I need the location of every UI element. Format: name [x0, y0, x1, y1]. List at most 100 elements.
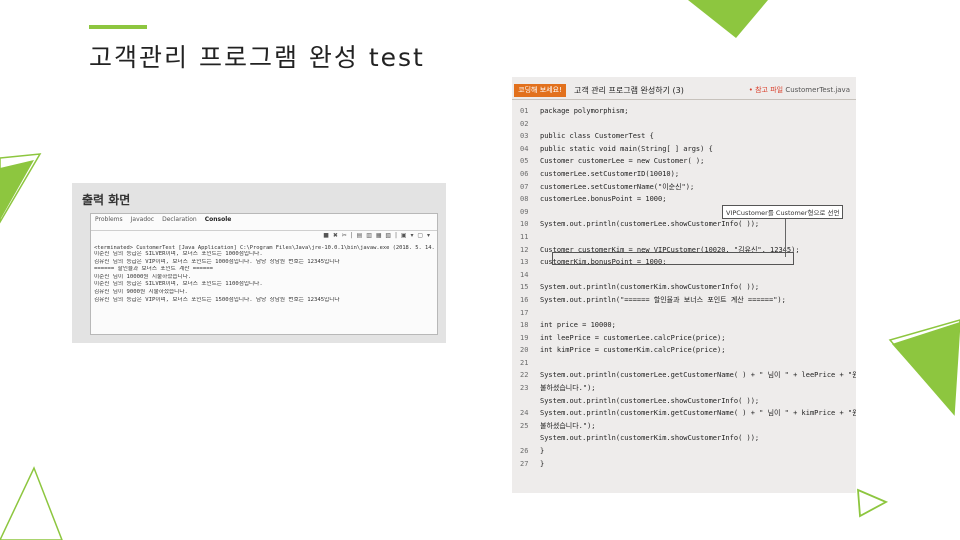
line-number: 10 — [520, 220, 529, 229]
tab-declaration: Declaration — [162, 216, 197, 223]
code-line: System.out.println(customerKim.showCusto… — [518, 432, 852, 445]
code-line: 04 public static void main(String[ ] arg… — [518, 143, 852, 156]
code-line: 26 } — [518, 445, 852, 458]
decor-triangle-right — [892, 322, 960, 414]
code-text: public static void main(String[ ] args) … — [540, 144, 713, 153]
line-number: 08 — [520, 195, 529, 204]
decor-triangle-bottom-left-outline — [0, 466, 63, 540]
line-number: 09 — [520, 207, 529, 216]
console-tab-bar: Problems Javadoc Declaration Console — [91, 214, 437, 231]
code-text: System.out.println("====== 할인율과 보너스 포인트 … — [540, 295, 786, 304]
console-line: 김유신 님의 등급은 VIP이며, 보너스 포인트는 1500점입니다. 담당 … — [94, 296, 340, 303]
line-number: 17 — [520, 308, 529, 317]
console-line: ====== 할인율과 보너스 포인트 계산 ====== — [94, 266, 214, 273]
code-text: System.out.println(customerKim.showCusto… — [540, 434, 760, 443]
code-line: 14 — [518, 269, 852, 282]
tab-console: Console — [204, 216, 232, 223]
code-text: 불하셨습니다."); — [540, 384, 596, 393]
line-number: 26 — [520, 447, 529, 456]
code-text: int leePrice = customerLee.calcPrice(pri… — [540, 333, 726, 342]
console-window: Problems Javadoc Declaration Console ■ ✖… — [90, 213, 438, 335]
code-line: 23 불하셨습니다."); — [518, 382, 852, 395]
highlight-box-line-12 — [552, 252, 794, 265]
code-text: Customer customerLee = new Customer( ); — [540, 157, 705, 166]
code-text: System.out.println(customerLee.getCustom… — [540, 371, 856, 380]
line-number: 07 — [520, 182, 529, 191]
code-line: System.out.println(customerLee.showCusto… — [518, 395, 852, 408]
code-line: 25 불하셨습니다."); — [518, 420, 852, 433]
console-toolbar-icons: ■ ✖ ✂ | ▤ ▥ ▦ ▧ | ▣ ▾ ▢ ▾ — [323, 232, 431, 239]
code-line: 08 customerLee.bonusPoint = 1000; — [518, 193, 852, 206]
line-number: 16 — [520, 295, 529, 304]
code-line: 07 customerLee.setCustomerName("이순신"); — [518, 181, 852, 194]
decor-triangle-top-right — [688, 0, 768, 38]
code-line: 19 int leePrice = customerLee.calcPrice(… — [518, 332, 852, 345]
line-number: 20 — [520, 346, 529, 355]
line-number: 02 — [520, 119, 529, 128]
line-number: 13 — [520, 258, 529, 267]
console-line: 이순신 님이 10000원 지불하셨습니다. — [94, 273, 192, 280]
line-number: 24 — [520, 409, 529, 418]
code-photo-header: 코딩해 보세요! 고객 관리 프로그램 완성하기 (3) • 참고 파일 Cus… — [512, 81, 856, 99]
reference-file-name: CustomerTest.java — [785, 86, 850, 94]
decor-triangle-left — [0, 160, 34, 220]
code-text: int price = 10000; — [540, 321, 616, 330]
code-text: } — [540, 447, 545, 456]
code-line: 17 — [518, 307, 852, 320]
line-number: 01 — [520, 107, 529, 115]
reference-file-label: • 참고 파일 — [748, 86, 784, 94]
code-line: 05 Customer customerLee = new Customer( … — [518, 155, 852, 168]
code-heading: 고객 관리 프로그램 완성하기 (3) — [574, 86, 684, 95]
callout-note: VIPCustomer를 Customer형으로 선언 — [722, 205, 844, 219]
line-number: 21 — [520, 358, 529, 367]
console-path-line: <terminated> CustomerTest [Java Applicat… — [94, 245, 437, 251]
code-text: int kimPrice = customerKim.calcPrice(pri… — [540, 346, 726, 355]
line-number: 14 — [520, 270, 529, 279]
header-rule — [512, 99, 856, 100]
code-text: System.out.println(customerKim.showCusto… — [540, 283, 760, 292]
code-line: 22 System.out.println(customerLee.getCus… — [518, 369, 856, 382]
code-line: 06 customerLee.setCustomerID(10010); — [518, 168, 852, 181]
code-line: 20 int kimPrice = customerKim.calcPrice(… — [518, 344, 852, 357]
code-text: package polymorphism; — [540, 107, 629, 115]
decor-triangle-bottom-right-outline — [856, 488, 889, 518]
code-text: System.out.println(customerKim.getCustom… — [540, 409, 856, 418]
code-text: 불하셨습니다."); — [540, 421, 596, 430]
slide-title: 고객관리 프로그램 완성 test — [89, 43, 425, 72]
code-line: 27} — [518, 458, 852, 471]
line-number: 22 — [520, 371, 529, 380]
code-listing-photo: 코딩해 보세요! 고객 관리 프로그램 완성하기 (3) • 참고 파일 Cus… — [512, 77, 856, 493]
line-number: 05 — [520, 157, 529, 166]
code-text: } — [540, 459, 545, 468]
code-text: System.out.println(customerLee.showCusto… — [540, 396, 760, 405]
code-text: public class CustomerTest { — [540, 132, 654, 141]
line-number: 11 — [520, 232, 529, 241]
console-photo-heading: 출력 화면 — [82, 193, 131, 207]
code-line: 02 — [518, 118, 852, 131]
title-accent-bar — [89, 25, 147, 29]
line-number: 15 — [520, 283, 529, 292]
code-lines: 01 package polymorphism; 02 03 public class … — [518, 105, 856, 471]
code-line: 11 — [518, 231, 852, 244]
console-output-photo: 출력 화면 Problems Javadoc Declaration Conso… — [72, 183, 446, 343]
line-number: 12 — [520, 245, 529, 254]
line-number: 03 — [520, 132, 529, 141]
code-text: customerLee.setCustomerID(10010); — [540, 169, 680, 178]
code-badge: 코딩해 보세요! — [514, 84, 566, 97]
line-number: 18 — [520, 321, 529, 330]
code-line: 01 package polymorphism; — [518, 105, 852, 118]
line-number: 19 — [520, 333, 529, 342]
code-line: 15 System.out.println(customerKim.showCu… — [518, 281, 852, 294]
console-line: 이순신 님의 등급은 SILVER이며, 보너스 포인트는 1000점입니다. — [94, 251, 263, 257]
line-number: 25 — [520, 421, 529, 430]
code-line: 03 public class CustomerTest { — [518, 130, 852, 143]
reference-file: • 참고 파일 CustomerTest.java — [749, 84, 850, 97]
callout-connector — [785, 217, 786, 257]
code-line: 10 System.out.println(customerLee.showCu… — [518, 218, 852, 231]
code-text: System.out.println(customerLee.showCusto… — [540, 220, 760, 229]
code-line: 24 System.out.println(customerKim.getCus… — [518, 407, 856, 420]
code-line: 16 System.out.println("====== 할인율과 보너스 포… — [518, 294, 852, 307]
code-line: 18 int price = 10000; — [518, 319, 852, 332]
console-lines: 이순신 님의 등급은 SILVER이며, 보너스 포인트는 1000점입니다. 김… — [91, 251, 437, 304]
line-number: 06 — [520, 169, 529, 178]
